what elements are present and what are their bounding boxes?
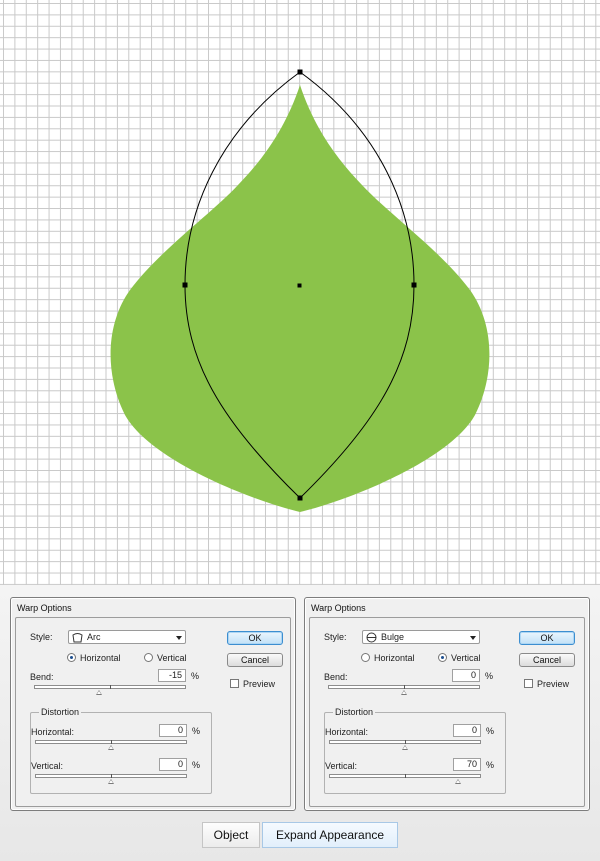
cancel-button[interactable]: Cancel [519,653,575,667]
anchor-point-left[interactable] [182,282,188,288]
horizontal-distortion-slider[interactable] [329,740,481,750]
vertical-distortion-input[interactable]: 0 [159,758,187,771]
vertical-distortion-unit: % [486,760,495,770]
radio-horizontal-label: Horizontal [374,653,415,663]
cancel-button[interactable]: Cancel [227,653,283,667]
radio-horizontal-label: Horizontal [80,653,121,663]
slider-center-mark [111,774,112,778]
slider-center-mark [111,740,112,744]
dialog-body: Style: Arc Horizontal Vertical Bend: -15… [15,617,291,807]
expand-appearance-button[interactable]: Expand Appearance [262,822,398,848]
bend-label: Bend: [30,672,54,682]
style-select[interactable]: Arc [68,630,186,644]
distortion-group: Distortion Horizontal: 0 % Vertical: 0 % [30,707,212,794]
bend-slider[interactable] [34,685,186,695]
preview-checkbox[interactable] [524,679,533,688]
distortion-title: Distortion [333,707,376,717]
preview-label: Preview [537,679,570,689]
horizontal-distortion-thumb[interactable] [108,745,114,750]
style-select[interactable]: Bulge [362,630,480,644]
dialog-body: Style: Bulge Horizontal Vertical Bend: 0… [309,617,585,807]
anchor-point-top[interactable] [297,69,303,75]
warp-options-dialog-arc: Warp Options Style: Arc Horizontal Verti… [10,597,296,811]
radio-vertical-label: Vertical [451,653,481,663]
green-leaf-shape[interactable] [110,85,490,512]
artboard-canvas[interactable] [0,0,600,585]
vertical-distortion-slider[interactable] [329,774,481,784]
bend-label: Bend: [324,672,348,682]
slider-center-mark [404,685,405,689]
anchor-point-bottom[interactable] [297,495,303,501]
ok-button[interactable]: OK [519,631,575,645]
vertical-distortion-slider[interactable] [35,774,187,784]
horizontal-distortion-slider[interactable] [35,740,187,750]
preview-checkbox[interactable] [230,679,239,688]
radio-vertical[interactable] [144,653,153,662]
anchor-point-right[interactable] [411,282,417,288]
arc-icon [72,633,83,643]
radio-horizontal[interactable] [361,653,370,662]
horizontal-distortion-label: Horizontal: [325,727,369,737]
bend-input[interactable]: 0 [452,669,480,682]
horizontal-distortion-unit: % [486,726,495,736]
radio-vertical-label: Vertical [157,653,187,663]
style-label: Style: [30,632,53,642]
vertical-distortion-input[interactable]: 70 [453,758,481,771]
radio-horizontal[interactable] [67,653,76,662]
bend-input[interactable]: -15 [158,669,186,682]
horizontal-distortion-label: Horizontal: [31,727,75,737]
object-button[interactable]: Object [202,822,260,848]
vertical-distortion-thumb[interactable] [454,779,461,784]
style-label: Style: [324,632,347,642]
distortion-title: Distortion [39,707,82,717]
style-select-value: Bulge [381,632,405,642]
slider-center-mark [405,774,406,778]
center-point [297,283,302,288]
ok-button[interactable]: OK [227,631,283,645]
dialog-title: Warp Options [17,603,72,613]
warp-options-dialog-bulge: Warp Options Style: Bulge Horizontal Ver… [304,597,590,811]
horizontal-distortion-thumb[interactable] [402,745,408,750]
horizontal-distortion-input[interactable]: 0 [159,724,187,737]
artwork [110,69,490,512]
dialog-title: Warp Options [311,603,366,613]
slider-center-mark [110,685,111,689]
radio-vertical[interactable] [438,653,447,662]
vertical-distortion-thumb[interactable] [108,779,114,784]
horizontal-distortion-input[interactable]: 0 [453,724,481,737]
style-select-value: Arc [87,632,101,642]
distortion-group: Distortion Horizontal: 0 % Vertical: 70 … [324,707,506,794]
slider-center-mark [405,740,406,744]
horizontal-distortion-unit: % [192,726,201,736]
bend-slider-thumb[interactable] [95,690,102,695]
bend-slider-thumb[interactable] [401,690,407,695]
bend-unit: % [485,671,494,681]
chevron-down-icon [176,636,182,640]
vertical-distortion-label: Vertical: [31,761,64,771]
bulge-icon [366,632,377,643]
preview-label: Preview [243,679,276,689]
chevron-down-icon [470,636,476,640]
vertical-distortion-label: Vertical: [325,761,358,771]
bend-unit: % [191,671,200,681]
vertical-distortion-unit: % [192,760,201,770]
bend-slider[interactable] [328,685,480,695]
